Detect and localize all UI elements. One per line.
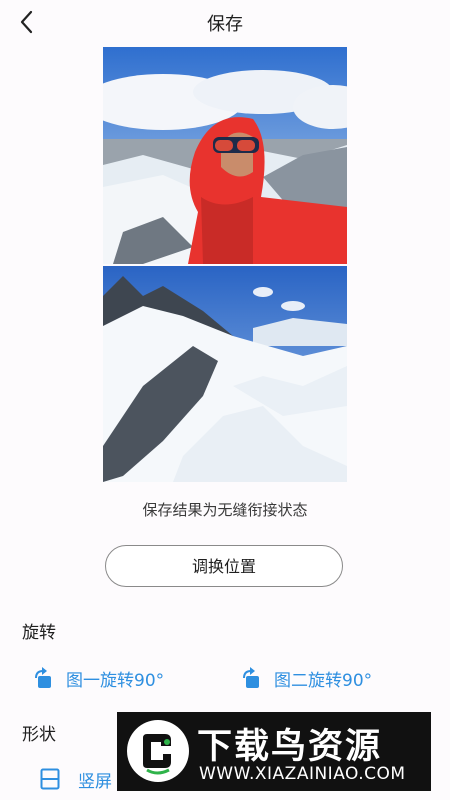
preview-caption: 保存结果为无缝衔接状态 <box>142 501 308 519</box>
shape-option-vertical-label: 竖屏 <box>78 771 112 792</box>
shape-section-label: 形状 <box>22 725 56 745</box>
top-bar: 保存 <box>0 0 450 44</box>
watermark-url: WWW.XIAZAINIAO.COM <box>199 764 406 784</box>
rotate-image2-label: 图二旋转90° <box>274 670 373 691</box>
rotate-section-label: 旋转 <box>22 623 56 643</box>
preview-image-2 <box>103 266 347 482</box>
rotate-icon <box>243 667 259 688</box>
shape-option-vertical[interactable]: 竖屏 <box>40 764 112 794</box>
swap-position-button[interactable]: 调换位置 <box>105 545 343 587</box>
rotate-image1-button[interactable]: 图一旋转90° <box>32 664 164 692</box>
page-title: 保存 <box>207 14 243 35</box>
rotate-image1-label: 图一旋转90° <box>66 670 165 691</box>
watermark-title: 下载鸟资源 <box>197 727 383 767</box>
rotate-image2-button[interactable]: 图二旋转90° <box>240 664 372 692</box>
watermark-overlay: 下载鸟资源 WWW.XIAZAINIAO.COM <box>117 712 431 791</box>
rotate-icon <box>35 667 51 688</box>
preview-image-1 <box>103 47 347 264</box>
vertical-split-icon <box>40 768 60 790</box>
bird-logo-icon <box>127 720 189 782</box>
